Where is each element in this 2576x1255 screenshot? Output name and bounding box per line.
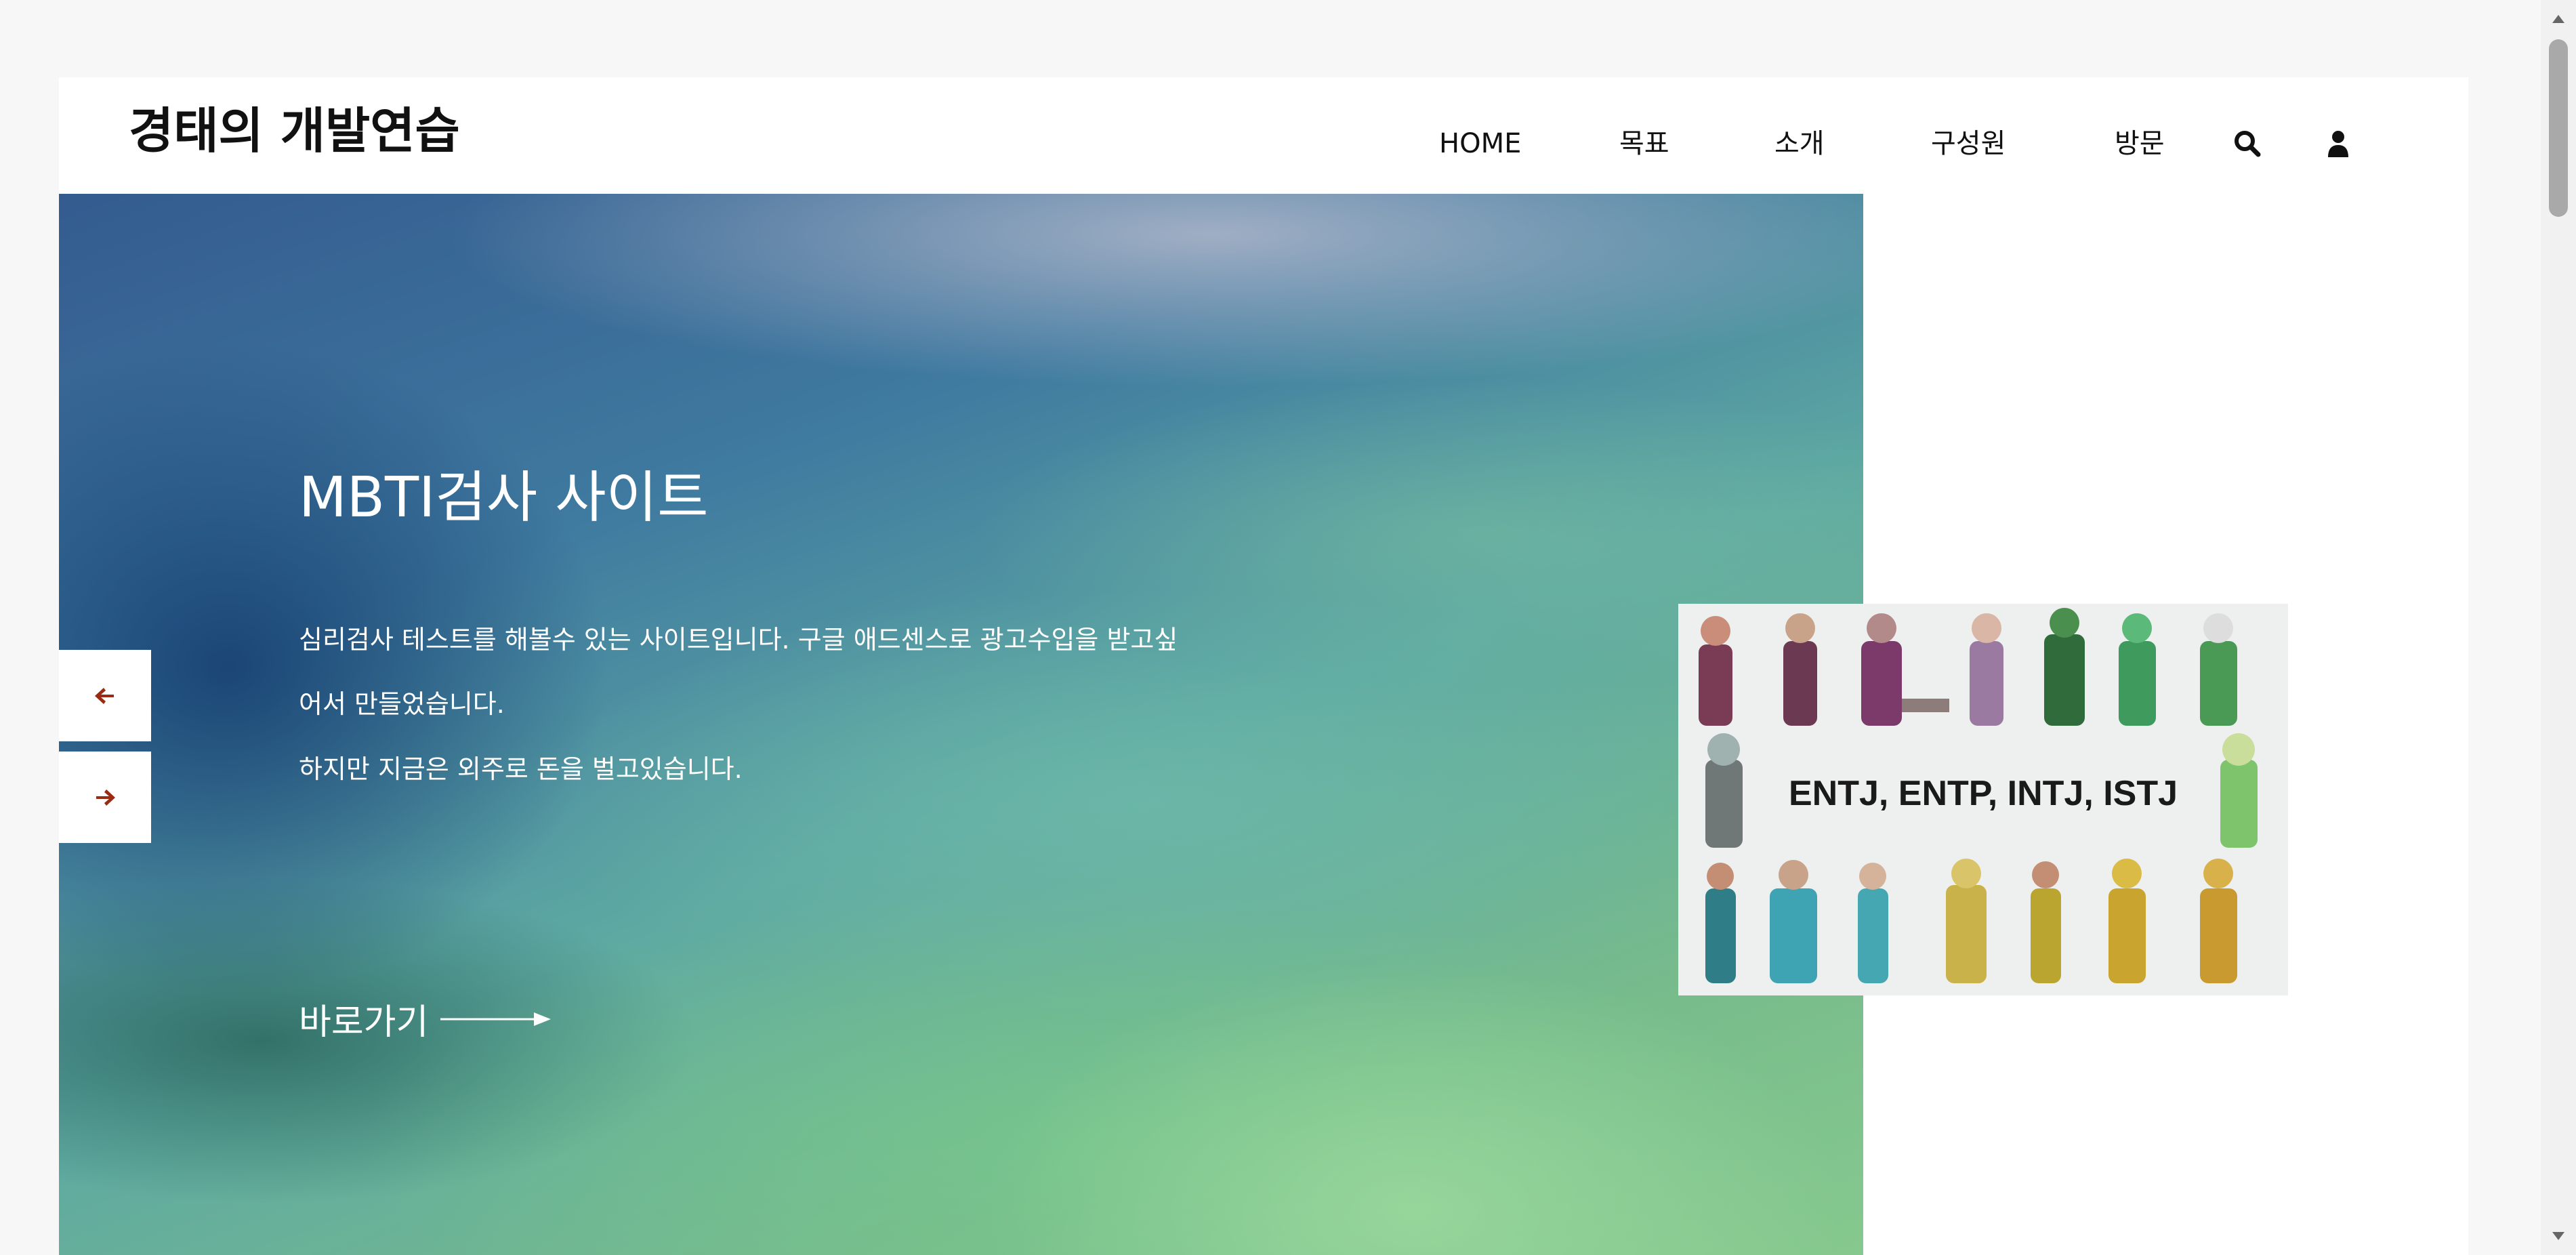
hero-title: MBTI검사 사이트 (299, 466, 709, 530)
site-brand[interactable]: 경태의 개발연습 (129, 102, 460, 160)
site-header: 경태의 개발연습 HOME 목표 소개 구성원 방문 (59, 77, 2468, 194)
nav-intro[interactable]: 소개 (1774, 117, 1825, 171)
hero-cta-link[interactable]: 바로가기 (299, 993, 552, 1044)
mbti-thumbnail[interactable]: ENTJ, ENTP, INTJ, ISTJ (1678, 604, 2288, 995)
page-container: 경태의 개발연습 HOME 목표 소개 구성원 방문 MBTI검사 사이트 심리… (59, 77, 2468, 1255)
slider-next-button[interactable] (59, 752, 151, 843)
arrow-right-icon (96, 789, 115, 806)
hero-description-line-3: 하지만 지금은 외주로 돈을 벌고있습니다. (299, 754, 743, 784)
slider-prev-button[interactable] (59, 650, 151, 741)
hero-description-line-2: 어서 만들었습니다. (299, 689, 505, 719)
nav-members[interactable]: 구성원 (1931, 117, 2006, 171)
scroll-up-icon[interactable] (2541, 5, 2576, 33)
scroll-down-icon[interactable] (2541, 1222, 2576, 1250)
nav-visit[interactable]: 방문 (2115, 117, 2165, 171)
arrow-left-icon (95, 687, 114, 704)
mbti-thumbnail-text: ENTJ, ENTP, INTJ, ISTJ (1788, 774, 2178, 813)
scroll-thumb[interactable] (2549, 39, 2568, 217)
search-icon[interactable] (2227, 117, 2268, 171)
vertical-scrollbar[interactable] (2541, 0, 2576, 1255)
long-arrow-right-icon (440, 1012, 552, 1026)
hero-description-line-1: 심리검사 테스트를 해볼수 있는 사이트입니다. 구글 애드센스로 광고수입을 … (299, 625, 1178, 655)
nav-home[interactable]: HOME (1439, 117, 1521, 171)
nav-goal[interactable]: 목표 (1619, 117, 1669, 171)
hero-slider: MBTI검사 사이트 심리검사 테스트를 해볼수 있는 사이트입니다. 구글 애… (59, 194, 1863, 1255)
hero-cta-label: 바로가기 (299, 1002, 429, 1043)
user-icon[interactable] (2318, 117, 2359, 171)
